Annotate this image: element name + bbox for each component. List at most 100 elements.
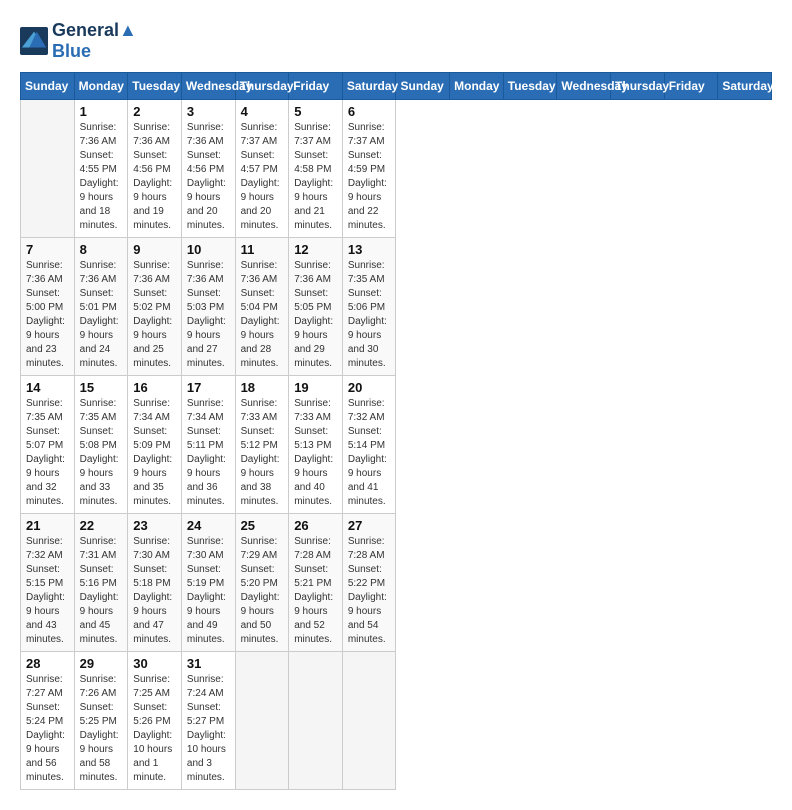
calendar-cell: 3Sunrise: 7:36 AM Sunset: 4:56 PM Daylig…: [181, 100, 235, 238]
calendar-cell: 10 Sunrise: 7:36 AM Sunset: 5:03 PM Dayli…: [181, 238, 235, 376]
calendar-cell: 11Sunrise: 7:36 AM Sunset: 5:04 PM Dayli…: [235, 238, 289, 376]
calendar-cell: 6Sunrise: 7:37 AM Sunset: 4:59 PM Daylig…: [342, 100, 396, 238]
day-number: 28: [26, 656, 69, 671]
calendar-cell: 2 Sunrise: 7:36 AM Sunset: 4:56 PM Daylig…: [128, 100, 182, 238]
col-header-friday: Friday: [289, 73, 343, 100]
calendar-cell: [21, 100, 75, 238]
day-number: 12: [294, 242, 337, 257]
col-header-thursday: Thursday: [611, 73, 665, 100]
calendar-cell: 19Sunrise: 7:33 AM Sunset: 5:13 PM Dayli…: [289, 376, 343, 514]
col-header-saturday: Saturday: [718, 73, 772, 100]
day-number: 1: [80, 104, 123, 119]
page-header: General▲ Blue: [20, 20, 772, 62]
calendar-cell: 5 Sunrise: 7:37 AM Sunset: 4:58 PM Daylig…: [289, 100, 343, 238]
day-info: Sunrise: 7:35 AM Sunset: 5:06 PM Dayligh…: [348, 259, 391, 371]
day-number: 5: [294, 104, 337, 119]
day-number: 6: [348, 104, 391, 119]
calendar-cell: 22 Sunrise: 7:31 AM Sunset: 5:16 PM Dayli…: [74, 514, 128, 652]
calendar-table: SundayMondayTuesdayWednesdayThursdayFrid…: [20, 72, 772, 790]
col-header-saturday: Saturday: [342, 73, 396, 100]
day-info: Sunrise: 7:32 AM Sunset: 5:15 PM Dayligh…: [26, 535, 69, 647]
day-info: Sunrise: 7:34 AM Sunset: 5:11 PM Dayligh…: [187, 397, 230, 509]
day-info: Sunrise: 7:37 AM Sunset: 4:58 PM Dayligh…: [294, 121, 337, 233]
day-number: 9: [133, 242, 176, 257]
calendar-cell: 21 Sunrise: 7:32 AM Sunset: 5:15 PM Dayli…: [21, 514, 75, 652]
day-info: Sunrise: 7:25 AM Sunset: 5:26 PM Dayligh…: [133, 673, 176, 785]
day-number: 15: [80, 380, 123, 395]
calendar-cell: 20 Sunrise: 7:32 AM Sunset: 5:14 PM Dayli…: [342, 376, 396, 514]
logo-icon: [20, 27, 48, 55]
day-info: Sunrise: 7:36 AM Sunset: 5:04 PM Dayligh…: [241, 259, 284, 371]
day-info: Sunrise: 7:31 AM Sunset: 5:16 PM Dayligh…: [80, 535, 123, 647]
day-info: Sunrise: 7:36 AM Sunset: 5:03 PM Dayligh…: [187, 259, 230, 371]
day-info: Sunrise: 7:36 AM Sunset: 4:56 PM Dayligh…: [133, 121, 176, 233]
day-info: Sunrise: 7:29 AM Sunset: 5:20 PM Dayligh…: [241, 535, 284, 647]
calendar-cell: 12 Sunrise: 7:36 AM Sunset: 5:05 PM Dayli…: [289, 238, 343, 376]
calendar-cell: [235, 652, 289, 790]
day-info: Sunrise: 7:36 AM Sunset: 4:55 PM Dayligh…: [80, 121, 123, 233]
day-number: 10: [187, 242, 230, 257]
col-header-sunday: Sunday: [21, 73, 75, 100]
day-number: 16: [133, 380, 176, 395]
week-row-4: 21 Sunrise: 7:32 AM Sunset: 5:15 PM Dayli…: [21, 514, 772, 652]
week-row-3: 14Sunrise: 7:35 AM Sunset: 5:07 PM Dayli…: [21, 376, 772, 514]
week-row-2: 7 Sunrise: 7:36 AM Sunset: 5:00 PM Daylig…: [21, 238, 772, 376]
day-info: Sunrise: 7:27 AM Sunset: 5:24 PM Dayligh…: [26, 673, 69, 785]
col-header-thursday: Thursday: [235, 73, 289, 100]
calendar-cell: 4 Sunrise: 7:37 AM Sunset: 4:57 PM Daylig…: [235, 100, 289, 238]
day-info: Sunrise: 7:28 AM Sunset: 5:21 PM Dayligh…: [294, 535, 337, 647]
calendar-cell: 31Sunrise: 7:24 AM Sunset: 5:27 PM Dayli…: [181, 652, 235, 790]
day-number: 25: [241, 518, 284, 533]
week-row-1: 1 Sunrise: 7:36 AM Sunset: 4:55 PM Daylig…: [21, 100, 772, 238]
calendar-cell: 14Sunrise: 7:35 AM Sunset: 5:07 PM Dayli…: [21, 376, 75, 514]
calendar-cell: 18 Sunrise: 7:33 AM Sunset: 5:12 PM Dayli…: [235, 376, 289, 514]
col-header-monday: Monday: [450, 73, 504, 100]
calendar-cell: 23 Sunrise: 7:30 AM Sunset: 5:18 PM Dayli…: [128, 514, 182, 652]
calendar-cell: 28 Sunrise: 7:27 AM Sunset: 5:24 PM Dayli…: [21, 652, 75, 790]
day-info: Sunrise: 7:30 AM Sunset: 5:19 PM Dayligh…: [187, 535, 230, 647]
calendar-cell: 16Sunrise: 7:34 AM Sunset: 5:09 PM Dayli…: [128, 376, 182, 514]
calendar-cell: 13Sunrise: 7:35 AM Sunset: 5:06 PM Dayli…: [342, 238, 396, 376]
day-info: Sunrise: 7:33 AM Sunset: 5:13 PM Dayligh…: [294, 397, 337, 509]
day-number: 30: [133, 656, 176, 671]
col-header-friday: Friday: [664, 73, 718, 100]
calendar-cell: 1 Sunrise: 7:36 AM Sunset: 4:55 PM Daylig…: [74, 100, 128, 238]
day-number: 18: [241, 380, 284, 395]
day-info: Sunrise: 7:36 AM Sunset: 5:05 PM Dayligh…: [294, 259, 337, 371]
calendar-cell: 30 Sunrise: 7:25 AM Sunset: 5:26 PM Dayli…: [128, 652, 182, 790]
day-number: 4: [241, 104, 284, 119]
calendar-cell: 25 Sunrise: 7:29 AM Sunset: 5:20 PM Dayli…: [235, 514, 289, 652]
day-info: Sunrise: 7:33 AM Sunset: 5:12 PM Dayligh…: [241, 397, 284, 509]
col-header-sunday: Sunday: [396, 73, 450, 100]
day-number: 21: [26, 518, 69, 533]
day-info: Sunrise: 7:32 AM Sunset: 5:14 PM Dayligh…: [348, 397, 391, 509]
calendar-cell: 8Sunrise: 7:36 AM Sunset: 5:01 PM Daylig…: [74, 238, 128, 376]
day-number: 31: [187, 656, 230, 671]
calendar-cell: 27Sunrise: 7:28 AM Sunset: 5:22 PM Dayli…: [342, 514, 396, 652]
day-info: Sunrise: 7:28 AM Sunset: 5:22 PM Dayligh…: [348, 535, 391, 647]
calendar-cell: [342, 652, 396, 790]
col-header-wednesday: Wednesday: [181, 73, 235, 100]
week-row-5: 28 Sunrise: 7:27 AM Sunset: 5:24 PM Dayli…: [21, 652, 772, 790]
day-number: 3: [187, 104, 230, 119]
day-number: 8: [80, 242, 123, 257]
day-info: Sunrise: 7:36 AM Sunset: 5:00 PM Dayligh…: [26, 259, 69, 371]
day-number: 23: [133, 518, 176, 533]
day-info: Sunrise: 7:35 AM Sunset: 5:07 PM Dayligh…: [26, 397, 69, 509]
day-number: 29: [80, 656, 123, 671]
day-info: Sunrise: 7:37 AM Sunset: 4:57 PM Dayligh…: [241, 121, 284, 233]
col-header-monday: Monday: [74, 73, 128, 100]
col-header-tuesday: Tuesday: [128, 73, 182, 100]
day-info: Sunrise: 7:30 AM Sunset: 5:18 PM Dayligh…: [133, 535, 176, 647]
day-number: 24: [187, 518, 230, 533]
calendar-header-row: SundayMondayTuesdayWednesdayThursdayFrid…: [21, 73, 772, 100]
day-number: 26: [294, 518, 337, 533]
day-number: 22: [80, 518, 123, 533]
day-info: Sunrise: 7:36 AM Sunset: 5:02 PM Dayligh…: [133, 259, 176, 371]
day-number: 20: [348, 380, 391, 395]
col-header-wednesday: Wednesday: [557, 73, 611, 100]
calendar-cell: 29Sunrise: 7:26 AM Sunset: 5:25 PM Dayli…: [74, 652, 128, 790]
day-number: 2: [133, 104, 176, 119]
day-info: Sunrise: 7:35 AM Sunset: 5:08 PM Dayligh…: [80, 397, 123, 509]
day-number: 7: [26, 242, 69, 257]
